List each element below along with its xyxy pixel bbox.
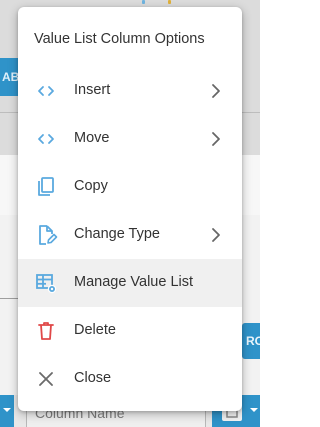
copy-icon [34,175,58,199]
menu-item-move[interactable]: Move [18,115,242,163]
menu-item-label: Close [74,370,112,386]
trash-icon [34,319,58,343]
background-status-dots [140,0,180,6]
menu-item-manage-value-list[interactable]: Manage Value List [18,259,242,307]
background-divider [240,112,260,113]
close-icon [34,367,58,391]
menu-item-label: Move [74,130,110,146]
background-right-button[interactable]: RO [242,323,260,359]
chevron-right-icon [206,129,226,149]
menu-title: Value List Column Options [34,31,205,47]
menu-item-label: Insert [74,82,111,98]
edit-document-icon [34,223,58,247]
table-settings-icon [34,271,58,295]
background-bottom-left-dropdown[interactable] [0,395,14,427]
screen: AB RO Column Name Value List Column Opti… [0,0,260,427]
menu-item-change-type[interactable]: Change Type [18,211,242,259]
menu-item-close[interactable]: Close [18,355,242,403]
menu-item-label: Change Type [74,226,160,242]
menu-item-label: Copy [74,178,108,194]
background-field-underline [0,298,20,299]
menu-item-copy[interactable]: Copy [18,163,242,211]
value-list-column-options-menu: Value List Column Options Insert Move Co… [18,7,242,411]
menu-item-label: Manage Value List [74,274,194,290]
background-left-button[interactable]: AB [0,58,20,96]
code-brackets-icon [34,127,58,151]
chevron-right-icon [206,81,226,101]
menu-item-label: Delete [74,322,116,338]
chevron-right-icon [206,225,226,245]
background-divider [0,112,20,113]
menu-item-delete[interactable]: Delete [18,307,242,355]
menu-item-insert[interactable]: Insert [18,67,242,115]
code-brackets-icon [34,79,58,103]
